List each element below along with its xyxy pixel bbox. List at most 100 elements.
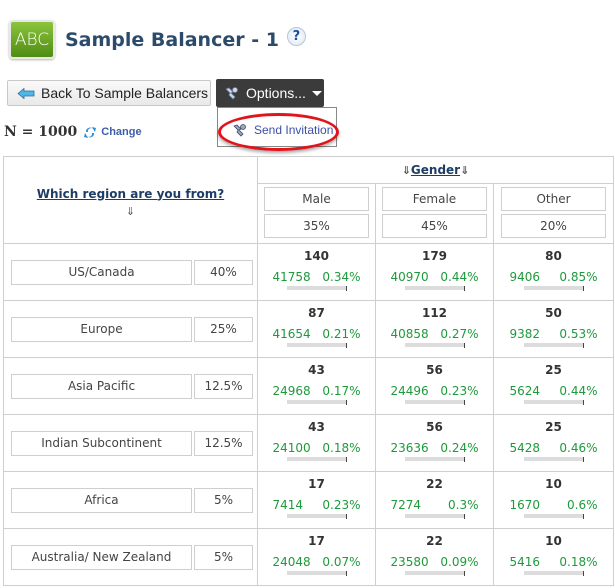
quota-cell: 22 23580 0.09% <box>375 528 494 586</box>
quota-stats: 23636 0.24% <box>387 441 483 455</box>
quota-count: 43 <box>308 363 325 377</box>
wrench-icon <box>225 87 238 100</box>
quota-stats: 40970 0.44% <box>387 270 483 284</box>
quota-progress-bar <box>404 343 465 348</box>
progress-marker <box>582 400 584 405</box>
quota-progress-bar <box>404 286 465 291</box>
quota-stats: 1670 0.6% <box>506 498 602 512</box>
row-question-link[interactable]: Which region are you from? <box>37 187 224 201</box>
page-header: ABC Sample Balancer - 1 ? <box>9 20 306 59</box>
response-rate: 0.21% <box>322 327 361 341</box>
options-dropdown-button[interactable]: Options... <box>216 79 324 107</box>
region-label: Indian Subcontinent <box>11 430 192 456</box>
column-target-pct[interactable]: 35% <box>264 214 369 238</box>
quota-progress-bar <box>523 457 584 462</box>
progress-marker <box>463 286 465 291</box>
help-icon[interactable]: ? <box>286 27 306 46</box>
quota-cell: 43 24100 0.18% <box>257 414 376 472</box>
column-header: Male 35% <box>257 183 376 244</box>
wrench-icon <box>233 124 246 137</box>
available-count: 24496 <box>390 384 429 398</box>
quota-cell: 140 41758 0.34% <box>257 243 376 301</box>
response-rate: 0.53% <box>559 327 598 341</box>
quota-cell: 43 24968 0.17% <box>257 357 376 415</box>
region-target-pct[interactable]: 12.5% <box>194 373 253 399</box>
region-cell: Africa 5% <box>3 471 258 529</box>
available-count: 41654 <box>272 327 311 341</box>
progress-marker <box>582 286 584 291</box>
available-count: 24100 <box>272 441 311 455</box>
quota-count: 17 <box>308 477 325 491</box>
available-count: 1670 <box>509 498 541 512</box>
quota-stats: 5624 0.44% <box>506 384 602 398</box>
quota-count: 80 <box>545 249 562 263</box>
available-count: 23636 <box>390 441 429 455</box>
available-count: 23580 <box>390 555 429 569</box>
column-header: Other 20% <box>493 183 614 244</box>
quota-count: 17 <box>308 534 325 548</box>
quota-count: 10 <box>545 534 562 548</box>
region-cell: US/Canada 40% <box>3 243 258 301</box>
quota-progress-bar <box>523 286 584 291</box>
down-arrow-icon: ⇓ <box>460 164 470 177</box>
region-target-pct[interactable]: 25% <box>194 316 253 342</box>
progress-marker <box>345 514 347 519</box>
region-label: Europe <box>11 316 192 342</box>
change-sample-size-link[interactable]: Change <box>101 126 141 138</box>
quota-count: 25 <box>545 420 562 434</box>
quota-progress-bar <box>404 400 465 405</box>
quota-cell: 10 5416 0.18% <box>493 528 614 586</box>
response-rate: 0.07% <box>322 555 361 569</box>
quota-count: 140 <box>303 249 330 263</box>
refresh-icon[interactable] <box>84 126 97 139</box>
response-rate: 0.09% <box>440 555 479 569</box>
quota-progress-bar <box>286 343 347 348</box>
column-target-pct[interactable]: 45% <box>382 214 487 238</box>
balancer-table: Which region are you from? ⇓ ⇓Gender⇓ Ma… <box>3 156 614 586</box>
sample-size-row: N = 1000 Change <box>4 124 142 140</box>
progress-marker <box>345 400 347 405</box>
column-label: Female <box>382 187 487 211</box>
quota-progress-bar <box>404 571 465 576</box>
quota-progress-bar <box>523 514 584 519</box>
region-target-pct[interactable]: 12.5% <box>194 430 253 456</box>
quota-cell: 87 41654 0.21% <box>257 300 376 358</box>
available-count: 9406 <box>509 270 541 284</box>
available-count: 24968 <box>272 384 311 398</box>
region-label: US/Canada <box>11 259 192 285</box>
column-target-pct[interactable]: 20% <box>501 214 606 238</box>
quota-stats: 24048 0.07% <box>269 555 365 569</box>
quota-stats: 7274 0.3% <box>387 498 483 512</box>
response-rate: 0.46% <box>559 441 598 455</box>
column-label: Other <box>501 187 606 211</box>
menu-item-send-invitation[interactable]: Send Invitation <box>232 123 333 137</box>
quota-stats: 40858 0.27% <box>387 327 483 341</box>
region-target-pct[interactable]: 40% <box>194 259 253 285</box>
response-rate: 0.34% <box>322 270 361 284</box>
available-count: 9382 <box>509 327 541 341</box>
progress-marker <box>463 514 465 519</box>
quota-progress-bar <box>286 457 347 462</box>
region-target-pct[interactable]: 5% <box>194 487 253 513</box>
progress-marker <box>345 286 347 291</box>
table-row: Australia/ New Zealand 5% 17 24048 0.07%… <box>3 528 614 586</box>
back-to-sample-balancers-button[interactable]: Back To Sample Balancers <box>7 80 211 106</box>
table-row: Africa 5% 17 7414 0.23% 22 7274 0.3% 10 … <box>3 471 614 529</box>
column-question-link[interactable]: Gender <box>411 163 460 177</box>
quota-progress-bar <box>286 571 347 576</box>
region-target-pct[interactable]: 5% <box>194 544 253 570</box>
quota-progress-bar <box>523 343 584 348</box>
response-rate: 0.3% <box>448 498 479 512</box>
quota-cell: 25 5624 0.44% <box>493 357 614 415</box>
quota-count: 22 <box>426 534 443 548</box>
quota-progress-bar <box>523 400 584 405</box>
column-question-header: ⇓Gender⇓ <box>257 156 614 184</box>
progress-marker <box>582 514 584 519</box>
progress-marker <box>463 571 465 576</box>
quota-stats: 24496 0.23% <box>387 384 483 398</box>
quota-count: 22 <box>426 477 443 491</box>
quota-stats: 24968 0.17% <box>269 384 365 398</box>
quota-cell: 10 1670 0.6% <box>493 471 614 529</box>
down-arrow-icon: ⇓ <box>125 204 136 218</box>
down-arrow-icon: ⇓ <box>401 164 411 177</box>
